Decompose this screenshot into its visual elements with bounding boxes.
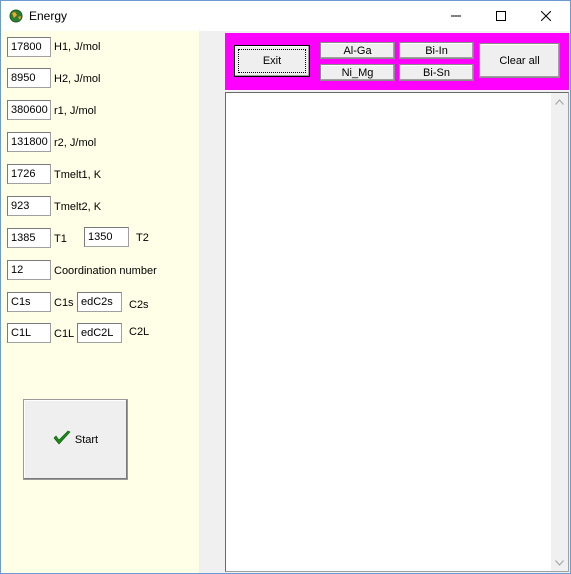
app-window: Energy 17800 H1, J/mol 8950 H2, J/mol 38… bbox=[0, 0, 571, 574]
close-button[interactable] bbox=[523, 1, 569, 31]
tmelt1-label: Tmelt1, K bbox=[54, 169, 102, 181]
start-button[interactable]: Start bbox=[23, 399, 128, 480]
minimize-button[interactable] bbox=[433, 1, 479, 31]
scroll-up-button[interactable] bbox=[551, 93, 568, 110]
coordination-number-label: Coordination number bbox=[54, 265, 157, 277]
panel-splitter[interactable] bbox=[199, 31, 223, 573]
t2-input[interactable]: 1350 bbox=[84, 227, 129, 247]
output-textarea[interactable] bbox=[225, 92, 569, 572]
t1-input[interactable]: 1385 bbox=[7, 228, 51, 248]
vertical-scrollbar[interactable] bbox=[551, 93, 568, 571]
h1-input[interactable]: 17800 bbox=[7, 37, 51, 57]
coordination-number-input[interactable]: 12 bbox=[7, 260, 51, 280]
maximize-button[interactable] bbox=[478, 1, 524, 31]
checkmark-icon bbox=[53, 430, 71, 449]
ni-mg-button[interactable]: Ni_Mg bbox=[320, 64, 395, 81]
chevron-down-icon bbox=[555, 559, 564, 566]
bi-sn-button[interactable]: Bi-Sn bbox=[399, 64, 474, 81]
tmelt1-input[interactable]: 1726 bbox=[7, 164, 51, 184]
c1s-label: C1s bbox=[54, 297, 74, 309]
c1l-input[interactable]: C1L bbox=[7, 323, 51, 343]
start-label: Start bbox=[74, 433, 99, 446]
c1l-label: C1L bbox=[54, 328, 75, 340]
bi-in-button[interactable]: Bi-In bbox=[399, 42, 474, 59]
t2-label: T2 bbox=[136, 232, 149, 244]
h1-label: H1, J/mol bbox=[54, 41, 101, 53]
c2l-label: C2L bbox=[129, 326, 150, 338]
chevron-up-icon bbox=[555, 98, 564, 105]
r2-label: r2, J/mol bbox=[54, 137, 97, 149]
window-title: Energy bbox=[29, 9, 68, 23]
title-bar[interactable]: Energy bbox=[1, 1, 570, 31]
scroll-down-button[interactable] bbox=[551, 554, 568, 571]
maximize-icon bbox=[496, 11, 506, 21]
al-ga-button[interactable]: Al-Ga bbox=[320, 42, 395, 59]
close-icon bbox=[541, 11, 551, 21]
r1-label: r1, J/mol bbox=[54, 105, 97, 117]
c2s-label: C2s bbox=[129, 299, 149, 311]
clear-all-button[interactable]: Clear all bbox=[479, 43, 560, 78]
c1s-input[interactable]: C1s bbox=[7, 292, 51, 312]
exit-button[interactable]: Exit bbox=[234, 45, 310, 77]
r2-input[interactable]: 131800 bbox=[7, 132, 51, 152]
c2s-input[interactable]: edC2s bbox=[77, 292, 122, 312]
h2-input[interactable]: 8950 bbox=[7, 68, 51, 88]
r1-input[interactable]: 380600 bbox=[7, 100, 51, 120]
tmelt2-input[interactable]: 923 bbox=[7, 196, 51, 216]
minimize-icon bbox=[451, 15, 461, 17]
tmelt2-label: Tmelt2, K bbox=[54, 201, 102, 213]
t1-label: T1 bbox=[54, 233, 67, 245]
h2-label: H2, J/mol bbox=[54, 73, 101, 85]
app-globe-icon bbox=[8, 8, 24, 24]
c2l-input[interactable]: edC2L bbox=[77, 323, 122, 343]
